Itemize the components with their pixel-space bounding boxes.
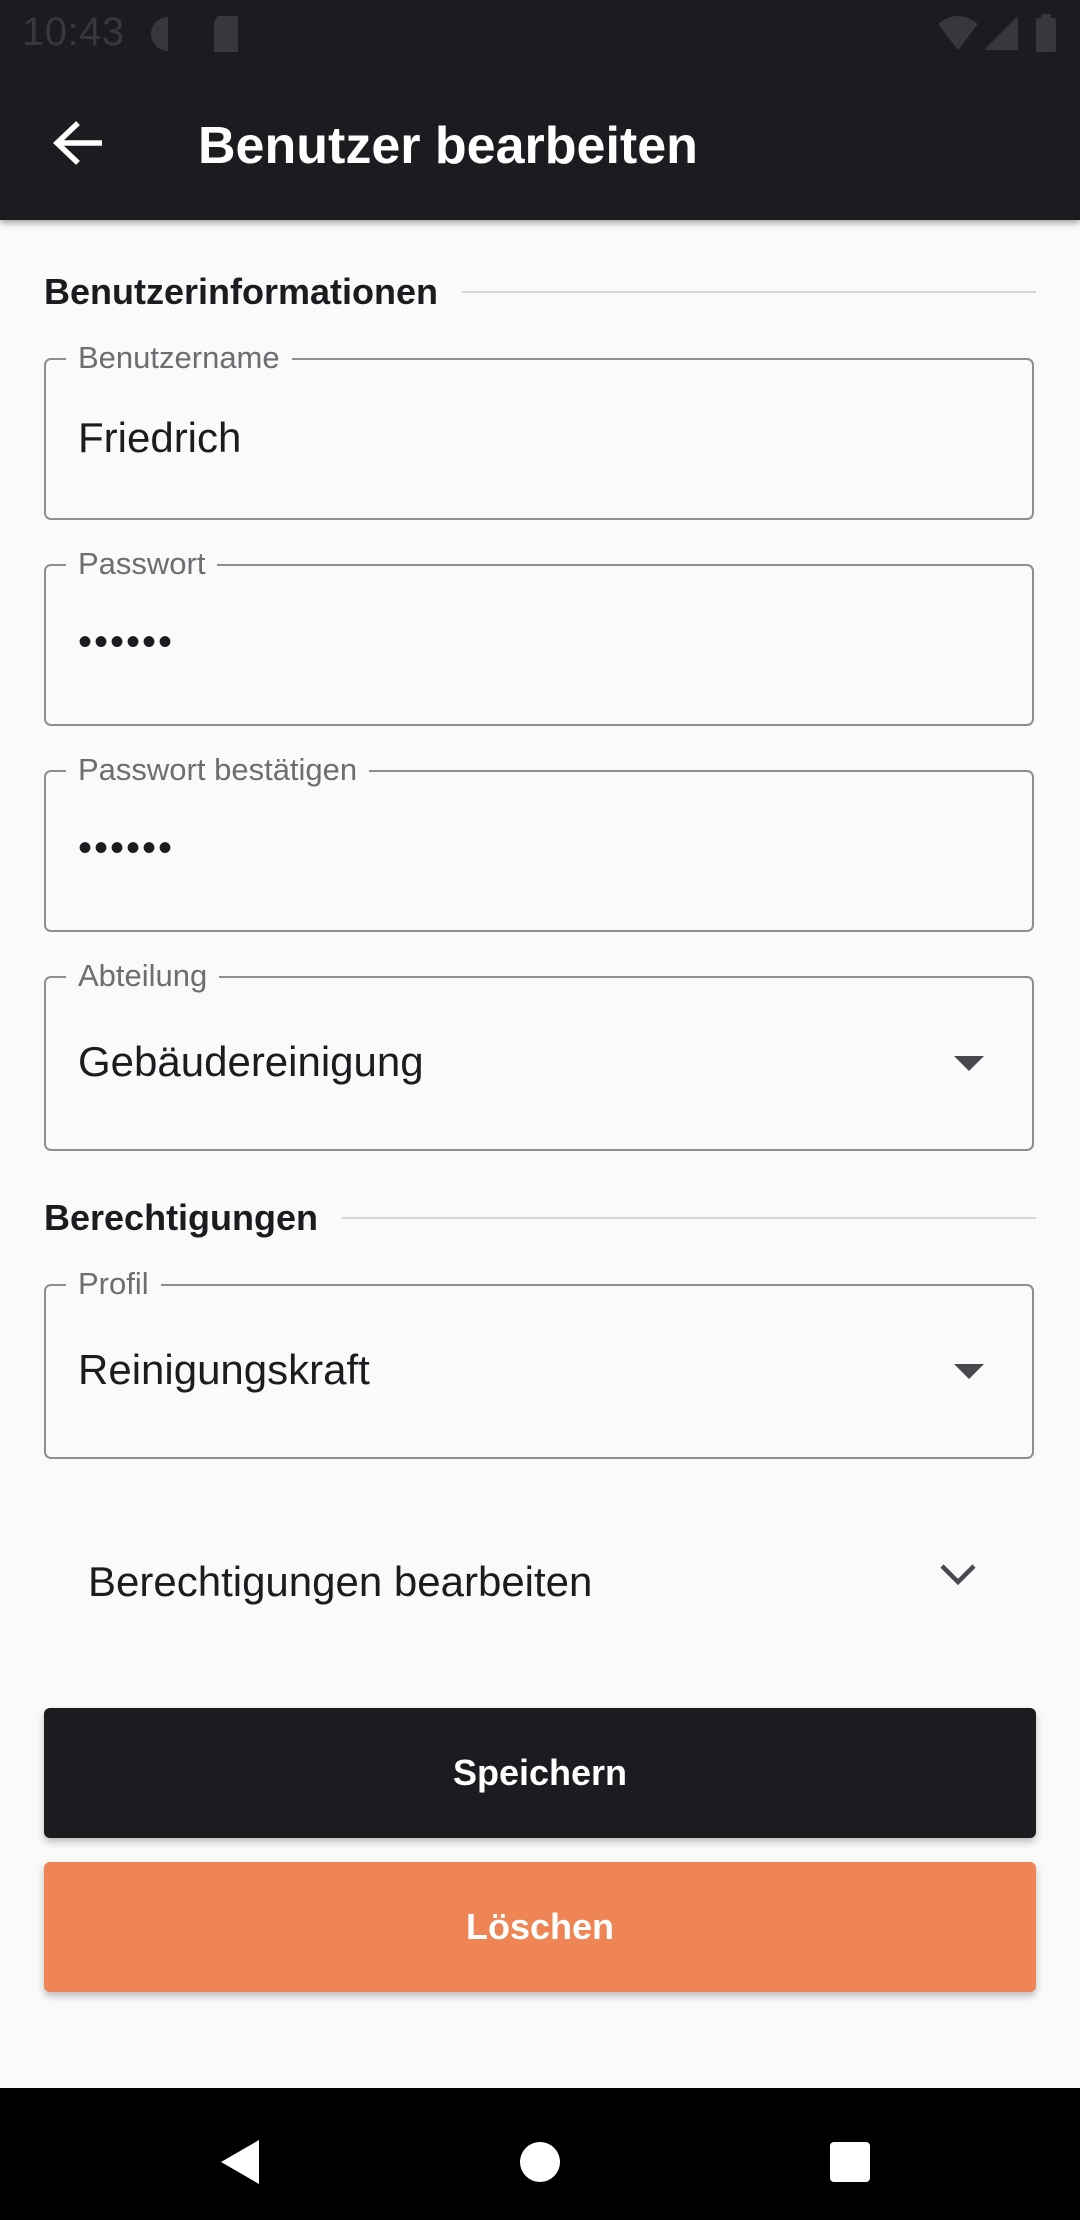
- dropdown-arrow-icon: [954, 1056, 984, 1071]
- wifi-icon: [936, 14, 980, 59]
- profile-value: Reinigungskraft: [78, 1346, 370, 1393]
- password-confirm-value: ••••••: [78, 826, 175, 870]
- system-nav-bar: [0, 2088, 1080, 2220]
- status-bar: 10:43: [0, 0, 1080, 66]
- chevron-down-icon: [938, 1562, 978, 1593]
- password-field[interactable]: Passwort ••••••: [44, 542, 1034, 726]
- username-field[interactable]: Benutzername Friedrich: [44, 336, 1034, 520]
- nav-back-button[interactable]: [200, 2124, 280, 2204]
- app-bar: Benutzer bearbeiten: [0, 66, 1080, 220]
- profile-label: Profil: [66, 1262, 161, 1306]
- save-button[interactable]: Speichern: [44, 1708, 1036, 1838]
- page-title: Benutzer bearbeiten: [198, 117, 698, 175]
- username-label: Benutzername: [66, 336, 292, 380]
- cast-icon: [148, 14, 188, 59]
- section-divider: [342, 1217, 1036, 1219]
- department-dropdown[interactable]: Abteilung Gebäudereinigung: [44, 954, 1034, 1151]
- back-button[interactable]: [38, 115, 116, 175]
- battery-icon: [1034, 14, 1058, 59]
- home-circle-icon: [518, 2140, 562, 2189]
- recents-square-icon: [829, 2141, 871, 2188]
- department-label: Abteilung: [66, 954, 220, 998]
- delete-button[interactable]: Löschen: [44, 1862, 1036, 1992]
- arrow-back-icon: [52, 120, 103, 170]
- department-value: Gebäudereinigung: [78, 1038, 424, 1085]
- section-divider: [462, 291, 1036, 293]
- edit-permissions-expander[interactable]: Berechtigungen bearbeiten: [44, 1510, 1034, 1650]
- section-title-user-info: Benutzerinformationen: [44, 271, 439, 312]
- password-label: Passwort: [66, 542, 218, 586]
- password-value: ••••••: [78, 620, 175, 664]
- user-info-section-header: Benutzerinformationen: [44, 270, 1036, 314]
- nav-home-button[interactable]: [500, 2124, 580, 2204]
- signal-icon: [982, 14, 1020, 59]
- section-title-permissions: Berechtigungen: [44, 1197, 319, 1238]
- password-confirm-field[interactable]: Passwort bestätigen ••••••: [44, 748, 1034, 932]
- permissions-section-header: Berechtigungen: [44, 1196, 1036, 1240]
- profile-dropdown[interactable]: Profil Reinigungskraft: [44, 1262, 1034, 1459]
- status-time: 10:43: [22, 10, 125, 54]
- nav-recents-button[interactable]: [810, 2124, 890, 2204]
- sd-card-icon: [210, 14, 242, 59]
- password-confirm-label: Passwort bestätigen: [66, 748, 370, 792]
- dropdown-arrow-icon: [954, 1364, 984, 1379]
- edit-permissions-label: Berechtigungen bearbeiten: [88, 1558, 593, 1605]
- username-value: Friedrich: [78, 414, 242, 461]
- back-triangle-icon: [217, 2137, 263, 2192]
